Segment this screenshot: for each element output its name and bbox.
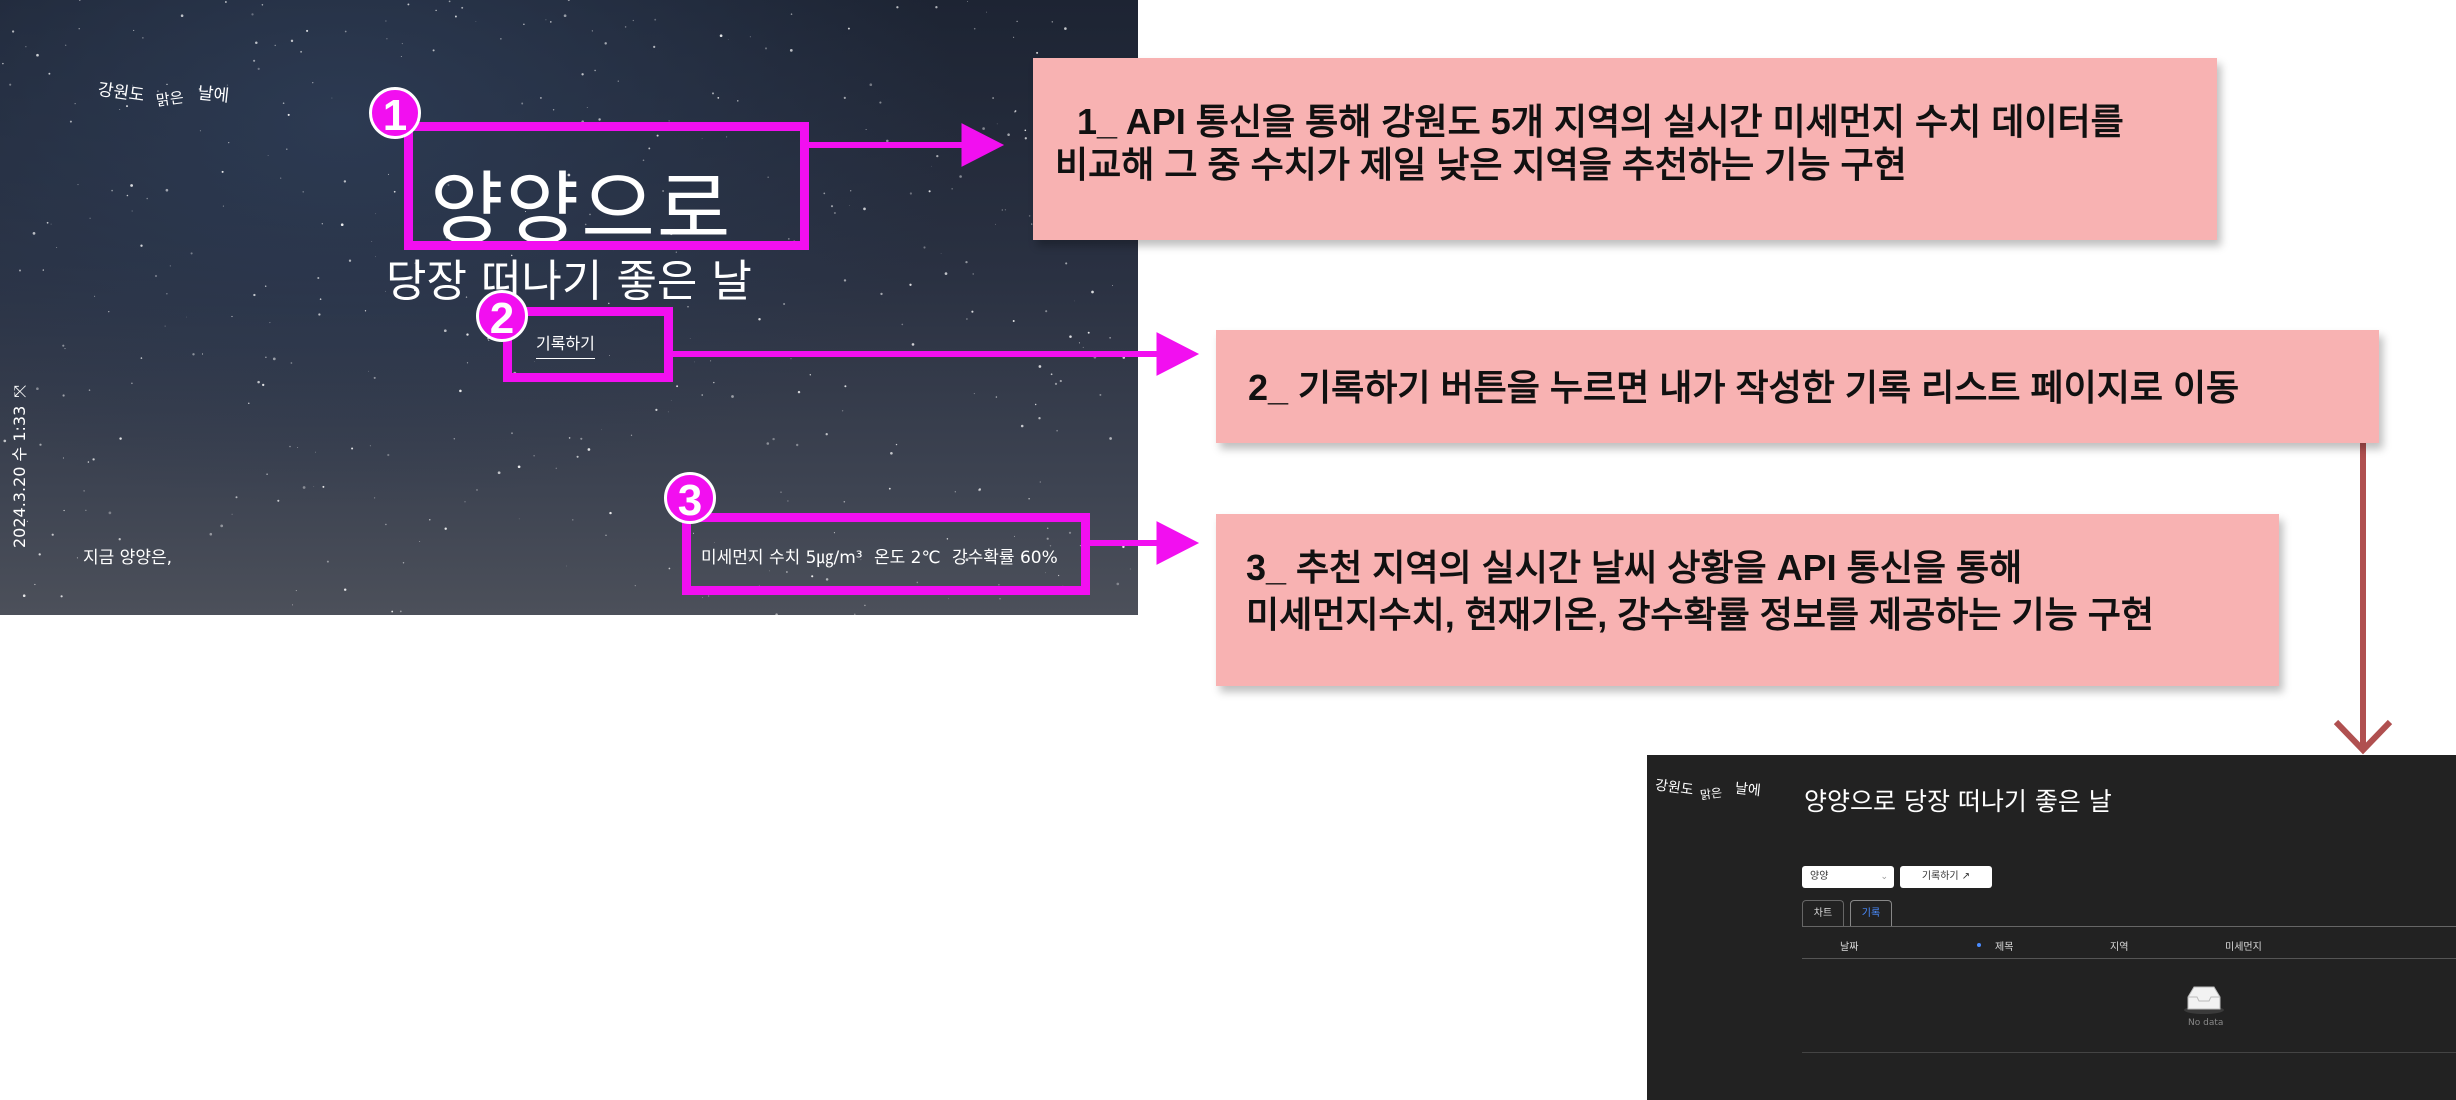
logo-part2: 맑은: [1699, 785, 1724, 803]
arrow-2: [672, 332, 1200, 376]
tab-chart[interactable]: 차트: [1802, 900, 1844, 926]
tab-records[interactable]: 기록: [1850, 900, 1892, 926]
logo-part1: 강원도: [1653, 777, 1695, 799]
arrow-1: [808, 123, 1005, 167]
list-page-title: 양양으로 당장 떠나기 좋은 날: [1804, 787, 2112, 816]
callout-1-line2: 비교해 그 중 수치가 제일 낮은 지역을 추천하는 기능 구현: [1055, 144, 1907, 185]
table-header-divider: [1802, 958, 2456, 959]
column-date[interactable]: 날짜: [1840, 938, 1858, 953]
arrow-3: [1090, 521, 1200, 565]
sort-indicator-icon: [1977, 943, 1981, 947]
callout-3-line1: 3_ 추천 지역의 실시간 날씨 상황을 API 통신을 통해: [1246, 547, 2023, 588]
column-dust[interactable]: 미세먼지: [2225, 938, 2262, 953]
chevron-down-icon: ⌄: [1880, 872, 1888, 882]
callout-2-line1: 2_ 기록하기 버튼을 누르면 내가 작성한 기록 리스트 페이지로 이동: [1248, 367, 2240, 408]
empty-state-text: No data: [2188, 1018, 2224, 1028]
record-button[interactable]: 기록하기 ↗: [1900, 866, 1992, 888]
callout-1-line1: 1_ API 통신을 통해 강원도 5개 지역의 실시간 미세먼지 수치 데이터…: [1077, 101, 2124, 142]
callout-3-line2: 미세먼지수치, 현재기온, 강수확률 정보를 제공하는 기능 구현: [1246, 594, 2155, 635]
list-site-logo[interactable]: 강원도 맑은 날에: [1653, 777, 1775, 807]
region-select-value: 양양: [1810, 871, 1829, 882]
callout-1: 1_ API 통신을 통해 강원도 5개 지역의 실시간 미세먼지 수치 데이터…: [1033, 58, 2217, 240]
empty-inbox-icon: [2184, 986, 2224, 1014]
column-region[interactable]: 지역: [2110, 938, 2128, 953]
callout-2: 2_ 기록하기 버튼을 누르면 내가 작성한 기록 리스트 페이지로 이동: [1216, 330, 2379, 443]
region-select[interactable]: 양양 ⌄: [1802, 866, 1894, 888]
logo-part3: 날에: [1734, 780, 1762, 800]
arrow-to-list-page: [2333, 440, 2393, 755]
table-bottom-divider: [1802, 1052, 2456, 1053]
callout-3: 3_ 추천 지역의 실시간 날씨 상황을 API 통신을 통해 미세먼지수치, …: [1216, 514, 2279, 686]
record-list-screenshot: 강원도 맑은 날에 양양으로 당장 떠나기 좋은 날 양양 ⌄ 기록하기 ↗ 차…: [1647, 755, 2456, 1100]
tab-divider: [1802, 926, 2456, 927]
column-title[interactable]: 제목: [1995, 938, 2013, 953]
